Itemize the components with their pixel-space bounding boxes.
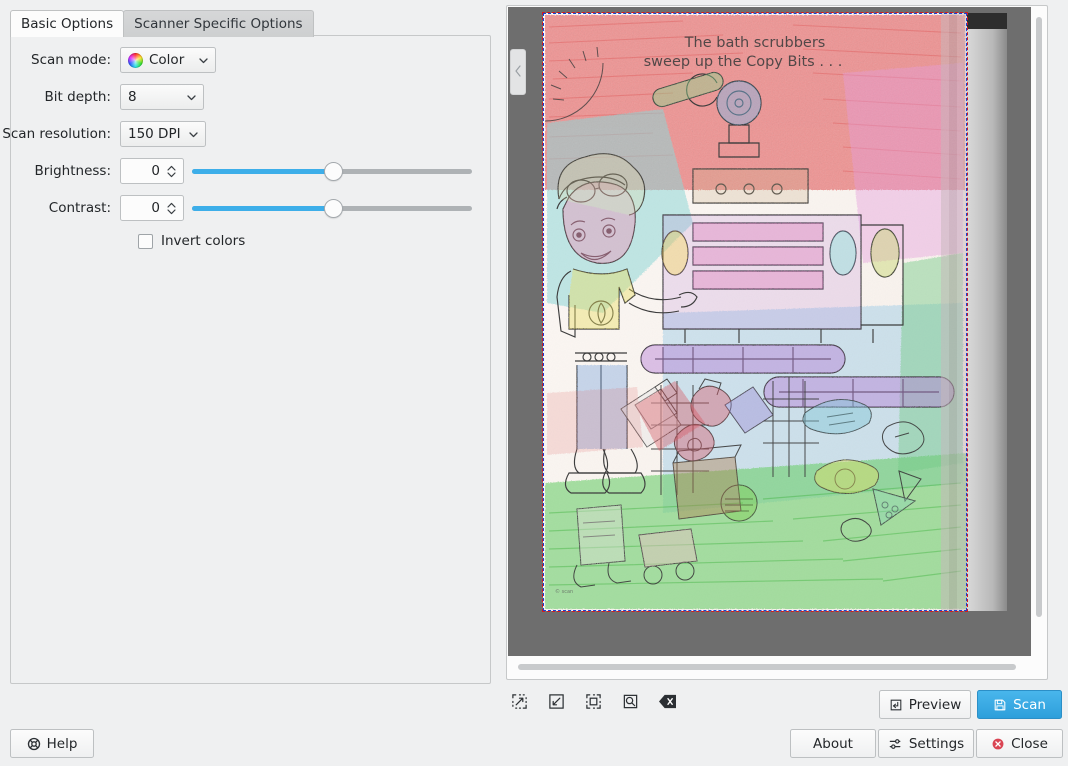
brightness-slider[interactable] bbox=[192, 158, 472, 184]
tab-basic-options-label: Basic Options bbox=[21, 16, 113, 32]
scanner-dialog: Basic Options Scanner Specific Options S… bbox=[0, 0, 1068, 766]
bit-depth-combobox[interactable]: 8 bbox=[120, 84, 204, 110]
preview-horizontal-scrollbar-thumb[interactable] bbox=[518, 664, 1016, 670]
brightness-slider-handle[interactable] bbox=[324, 162, 343, 181]
zoom-toolbar bbox=[509, 691, 677, 711]
invert-colors-checkbox[interactable] bbox=[138, 234, 153, 249]
color-wheel-icon bbox=[128, 53, 143, 68]
scan-mode-combobox[interactable]: Color bbox=[120, 47, 216, 73]
scan-mode-label: Scan mode: bbox=[0, 52, 120, 68]
save-floppy-icon bbox=[993, 698, 1007, 712]
chevron-down-icon bbox=[187, 126, 201, 142]
contrast-slider[interactable] bbox=[192, 195, 472, 221]
help-button[interactable]: Help bbox=[10, 729, 94, 758]
zoom-in-icon[interactable] bbox=[509, 691, 529, 711]
row-bit-depth: Bit depth: 8 bbox=[0, 84, 500, 110]
contrast-slider-fill bbox=[192, 206, 332, 211]
contrast-label: Contrast: bbox=[0, 200, 120, 216]
tab-basic-options[interactable]: Basic Options bbox=[10, 10, 124, 37]
contrast-value: 0 bbox=[121, 200, 164, 216]
preview-button-label: Preview bbox=[909, 697, 962, 713]
chevron-down-icon bbox=[183, 89, 199, 105]
chevron-down-icon bbox=[195, 52, 211, 68]
tab-bar: Basic Options Scanner Specific Options bbox=[10, 9, 314, 37]
help-button-label: Help bbox=[47, 736, 78, 752]
preview-panel: The bath scrubbers sweep up the Copy Bit… bbox=[502, 0, 1068, 766]
spinner-arrows-icon[interactable] bbox=[164, 201, 179, 216]
invert-colors-label: Invert colors bbox=[161, 233, 245, 249]
close-button-label: Close bbox=[1011, 736, 1048, 752]
contrast-spinbox[interactable]: 0 bbox=[120, 195, 184, 221]
scanned-image[interactable]: The bath scrubbers sweep up the Copy Bit… bbox=[543, 13, 967, 611]
options-panel: Basic Options Scanner Specific Options S… bbox=[0, 0, 502, 722]
settings-button-label: Settings bbox=[909, 736, 964, 752]
zoom-to-selection-icon[interactable] bbox=[583, 691, 603, 711]
preview-icon bbox=[889, 698, 903, 712]
preview-button[interactable]: Preview bbox=[879, 690, 971, 719]
scan-resolution-value: 150 DPI bbox=[128, 126, 181, 142]
preview-vertical-scrollbar-thumb[interactable] bbox=[1036, 17, 1042, 617]
about-button-label: About bbox=[813, 736, 853, 752]
row-scan-mode: Scan mode: Color bbox=[0, 47, 500, 73]
zoom-actual-size-icon[interactable] bbox=[620, 691, 640, 711]
row-scan-resolution: Scan resolution: 150 DPI bbox=[0, 121, 500, 147]
panel-collapse-handle[interactable] bbox=[510, 49, 526, 95]
brightness-label: Brightness: bbox=[0, 163, 120, 179]
scan-mode-value: Color bbox=[149, 52, 189, 68]
scanner-lid-shadow bbox=[967, 13, 1007, 29]
close-button[interactable]: Close bbox=[976, 729, 1063, 758]
brightness-spinbox[interactable]: 0 bbox=[120, 158, 184, 184]
preview-vertical-scrollbar[interactable] bbox=[1031, 7, 1046, 657]
brightness-slider-fill bbox=[192, 169, 332, 174]
scan-resolution-combobox[interactable]: 150 DPI bbox=[120, 121, 206, 147]
scan-button-label: Scan bbox=[1013, 697, 1046, 713]
brightness-value: 0 bbox=[121, 163, 164, 179]
row-brightness: Brightness: 0 bbox=[0, 158, 500, 184]
settings-button[interactable]: Settings bbox=[878, 729, 974, 758]
tab-scanner-specific-options-label: Scanner Specific Options bbox=[134, 16, 302, 32]
page-edge bbox=[967, 13, 1007, 611]
chevron-left-icon bbox=[514, 65, 522, 80]
scan-button[interactable]: Scan bbox=[977, 690, 1062, 719]
sliders-icon bbox=[888, 737, 903, 751]
clear-selection-icon[interactable] bbox=[657, 691, 677, 711]
about-button[interactable]: About bbox=[790, 729, 876, 758]
help-lifebuoy-icon bbox=[27, 737, 41, 751]
preview-frame: The bath scrubbers sweep up the Copy Bit… bbox=[506, 5, 1048, 680]
bit-depth-label: Bit depth: bbox=[0, 89, 120, 105]
contrast-slider-handle[interactable] bbox=[324, 199, 343, 218]
spinner-arrows-icon[interactable] bbox=[164, 164, 179, 179]
preview-horizontal-scrollbar[interactable] bbox=[508, 656, 1032, 678]
preview-canvas[interactable]: The bath scrubbers sweep up the Copy Bit… bbox=[508, 7, 1032, 657]
bit-depth-value: 8 bbox=[128, 89, 177, 105]
tab-scanner-specific-options[interactable]: Scanner Specific Options bbox=[123, 10, 313, 37]
invert-colors-checkbox-row[interactable]: Invert colors bbox=[138, 233, 245, 249]
row-contrast: Contrast: 0 bbox=[0, 195, 500, 221]
close-circle-icon bbox=[991, 737, 1005, 751]
zoom-out-icon[interactable] bbox=[546, 691, 566, 711]
scan-resolution-label: Scan resolution: bbox=[0, 126, 120, 142]
